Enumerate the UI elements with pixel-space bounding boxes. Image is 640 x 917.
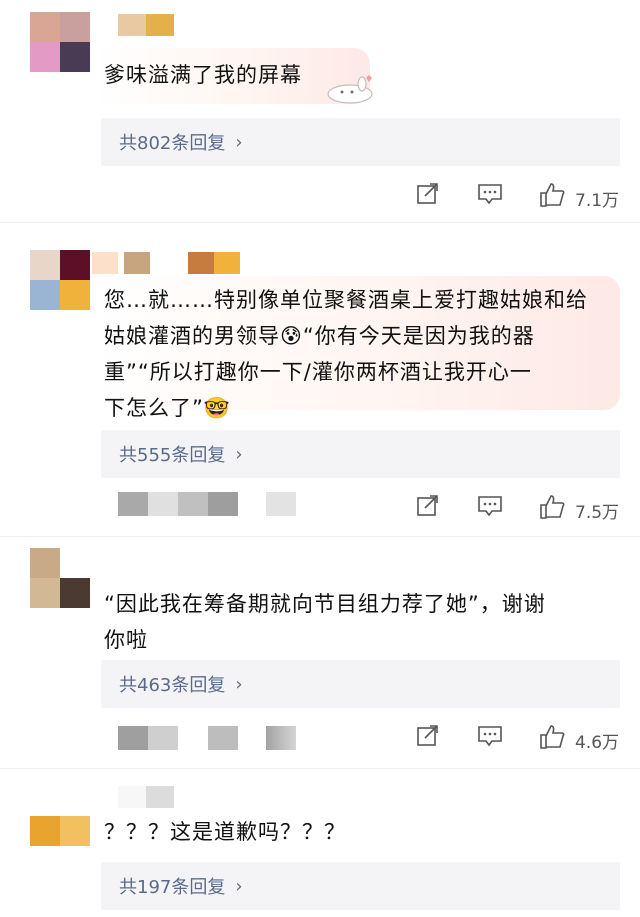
replies-count: 共555条回复 [119, 445, 226, 466]
replies-count: 共463条回复 [119, 675, 226, 696]
comment-actions: 7.1万 [0, 176, 640, 216]
like-icon[interactable] [539, 724, 565, 750]
like-count: 7.1万 [575, 191, 620, 211]
divider [0, 768, 640, 769]
bunny-sticker-icon [327, 75, 373, 104]
like-count: 7.5万 [575, 503, 620, 523]
avatar[interactable] [30, 548, 90, 608]
username[interactable] [118, 786, 174, 808]
like-count: 4.6万 [575, 733, 620, 753]
like-icon[interactable] [539, 182, 565, 208]
replies-count: 共197条回复 [119, 877, 226, 898]
comment-text: ？？？这是道歉吗？？？ [104, 820, 346, 844]
share-icon[interactable] [416, 494, 440, 518]
share-icon[interactable] [416, 724, 440, 748]
avatar[interactable] [30, 786, 90, 846]
comment-text: “因此我在筹备期就向节目组力荐了她”，谢谢 你啦 [104, 592, 546, 652]
share-icon[interactable] [416, 182, 440, 206]
avatar[interactable] [30, 12, 90, 72]
view-replies-link[interactable]: 共197条回复 › [101, 862, 620, 910]
comment-icon[interactable] [477, 494, 503, 518]
view-replies-link[interactable]: 共463条回复 › [101, 660, 620, 708]
chevron-right-icon: › [235, 131, 243, 153]
comment-actions: 4.6万 [0, 718, 640, 758]
divider [0, 536, 640, 537]
comment-text: 爹味溢满了我的屏幕 [104, 63, 302, 87]
username[interactable] [92, 252, 240, 274]
like-icon[interactable] [539, 494, 565, 520]
comment-icon[interactable] [477, 182, 503, 206]
avatar[interactable] [30, 250, 90, 310]
username[interactable] [118, 14, 174, 36]
comment-actions: 7.5万 [0, 488, 640, 528]
chevron-right-icon: › [235, 875, 243, 897]
chevron-right-icon: › [235, 673, 243, 695]
comment-icon[interactable] [477, 724, 503, 748]
view-replies-link[interactable]: 共802条回复 › [101, 118, 620, 166]
replies-count: 共802条回复 [119, 133, 226, 154]
divider [0, 222, 640, 223]
chevron-right-icon: › [235, 443, 243, 465]
comment-text: 您…就……特别像单位聚餐酒桌上爱打趣姑娘和给 姑娘灌酒的男领导😰“你有今天是因为… [104, 288, 588, 420]
view-replies-link[interactable]: 共555条回复 › [101, 430, 620, 478]
